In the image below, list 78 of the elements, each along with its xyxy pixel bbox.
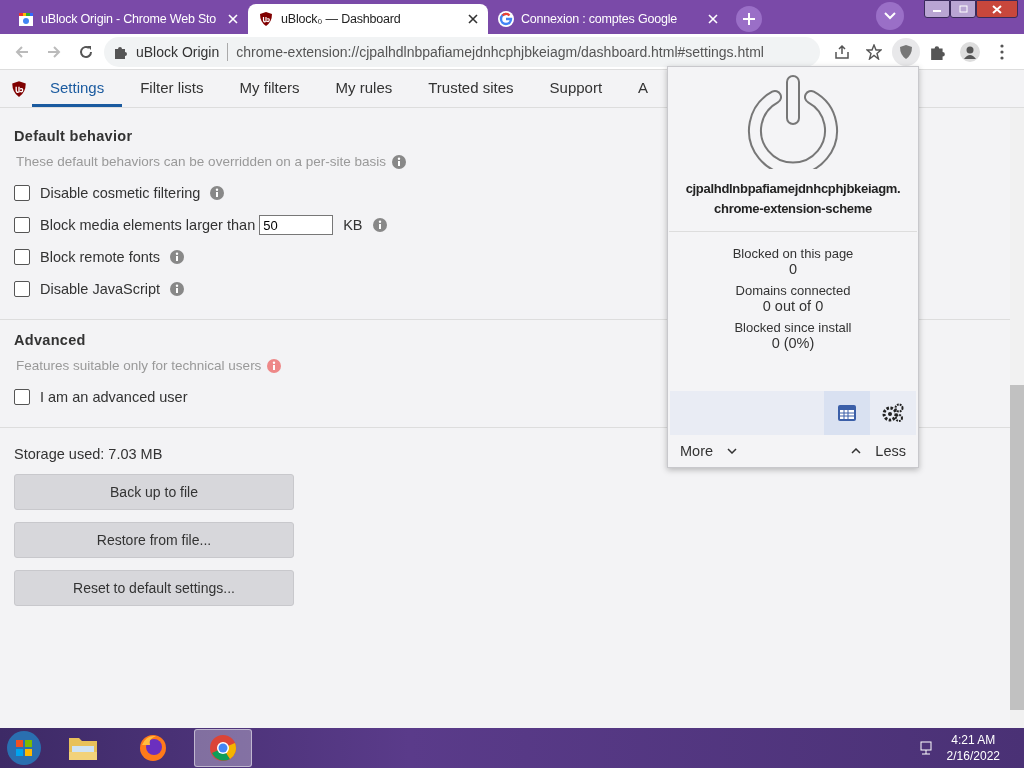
new-tab-button[interactable] [736, 6, 762, 32]
section-title: Default behavior [14, 128, 133, 144]
plus-icon[interactable] [742, 12, 756, 26]
option-label: Block remote fonts [40, 249, 161, 265]
network-icon[interactable] [918, 740, 935, 756]
stat-label: Blocked on this page [732, 246, 854, 261]
storage-used: Storage used: 7.03 MB [14, 446, 163, 462]
extension-button[interactable] [892, 37, 920, 66]
checkbox[interactable] [14, 389, 30, 405]
close-button[interactable] [976, 0, 1018, 18]
firefox-icon [138, 733, 168, 763]
shield-icon[interactable] [898, 43, 914, 60]
size-field[interactable]: 50 [259, 215, 334, 235]
shield-icon [10, 79, 28, 98]
tool-button[interactable] [824, 391, 870, 435]
browser-tab[interactable]: uBlock Origin - Chrome Web Sto [8, 4, 248, 34]
star-icon[interactable] [866, 43, 882, 60]
option-label: Disable JavaScript [40, 281, 161, 297]
nav-tab[interactable]: Filter lists [122, 70, 222, 107]
menu-icon[interactable] [1000, 43, 1004, 60]
chevron-up-icon[interactable] [851, 448, 862, 454]
chrome-icon [208, 733, 238, 763]
info-icon[interactable] [170, 282, 185, 296]
section-hint: These default behaviors can be overridden on a per-site basis [16, 154, 386, 169]
browser-tab[interactable]: uBlock₀ — Dashboard [248, 4, 488, 34]
info-icon[interactable] [170, 250, 185, 264]
stat-value: 0 out of 0 [762, 298, 824, 314]
minimize-button[interactable] [924, 0, 950, 18]
nav-tab[interactable]: Settings [32, 70, 123, 107]
option-label: Disable cosmetic filtering [40, 185, 201, 201]
option-label: Block media elements larger than [40, 217, 256, 233]
tab-search-button[interactable] [876, 2, 904, 30]
nav-tab[interactable]: Support [531, 70, 621, 107]
site-name: uBlock Origin [136, 43, 220, 60]
nav-tab[interactable]: My rules [317, 70, 411, 107]
action-button[interactable]: Reset to default settings... [14, 570, 294, 606]
more-button[interactable]: More [680, 443, 738, 459]
section-hint: Features suitable only for technical users [16, 358, 262, 373]
store-icon [18, 11, 34, 27]
unit-label: KB [343, 217, 363, 233]
gears-icon [882, 403, 904, 423]
info-icon[interactable] [372, 218, 387, 232]
maximize-button[interactable] [950, 0, 976, 18]
stat-value: 0 (0%) [771, 335, 815, 351]
action-button[interactable]: Back up to file [14, 474, 294, 510]
power-icon[interactable] [747, 73, 839, 169]
clock-date: 2/16/2022 [946, 748, 1000, 764]
scrollbar[interactable] [1010, 108, 1024, 728]
shield-icon [258, 11, 274, 27]
puzzle-icon[interactable] [930, 43, 946, 60]
checkbox[interactable] [14, 281, 30, 297]
chevron-down-icon[interactable] [727, 448, 738, 454]
info-icon[interactable] [210, 186, 225, 200]
puzzle-icon [114, 44, 128, 59]
stat-label: Blocked since install [734, 320, 852, 335]
reload-icon[interactable] [78, 43, 94, 60]
action-button[interactable]: Restore from file... [14, 522, 294, 558]
start-button[interactable] [6, 730, 42, 766]
section-title: Advanced [14, 332, 86, 348]
less-button[interactable]: Less [851, 443, 906, 459]
browser-tab[interactable]: Connexion : comptes Google [488, 4, 728, 34]
table-icon [837, 404, 857, 422]
google-icon [498, 11, 514, 27]
clock-time: 4:21 AM [951, 732, 996, 748]
checkbox[interactable] [14, 217, 30, 233]
url-text: chrome-extension://cjpalhdlnbpafiamejdnhcphjbkeiagm/dashboard.html#settings.html [236, 43, 764, 60]
checkbox[interactable] [14, 249, 30, 265]
share-icon[interactable] [834, 43, 850, 60]
checkbox[interactable] [14, 185, 30, 201]
stat-value: 0 [788, 261, 798, 277]
nav-tab[interactable]: Trusted sites [410, 70, 532, 107]
nav-tab[interactable]: My filters [221, 70, 318, 107]
option-label: I am an advanced user [40, 389, 188, 405]
address-bar[interactable]: uBlock Origin chrome-extension://cjpalhdlnbpafiamejdnhcphjbkeiagm/dashboard.html#settings.html [104, 36, 820, 67]
info-icon[interactable] [392, 154, 406, 169]
hostname: cjpalhdlnbpafiamejdnhcphjbkeiagm. chrome-extension-scheme [669, 179, 917, 232]
nav-tab[interactable]: A [620, 70, 667, 107]
stat-label: Domains connected [735, 283, 851, 298]
